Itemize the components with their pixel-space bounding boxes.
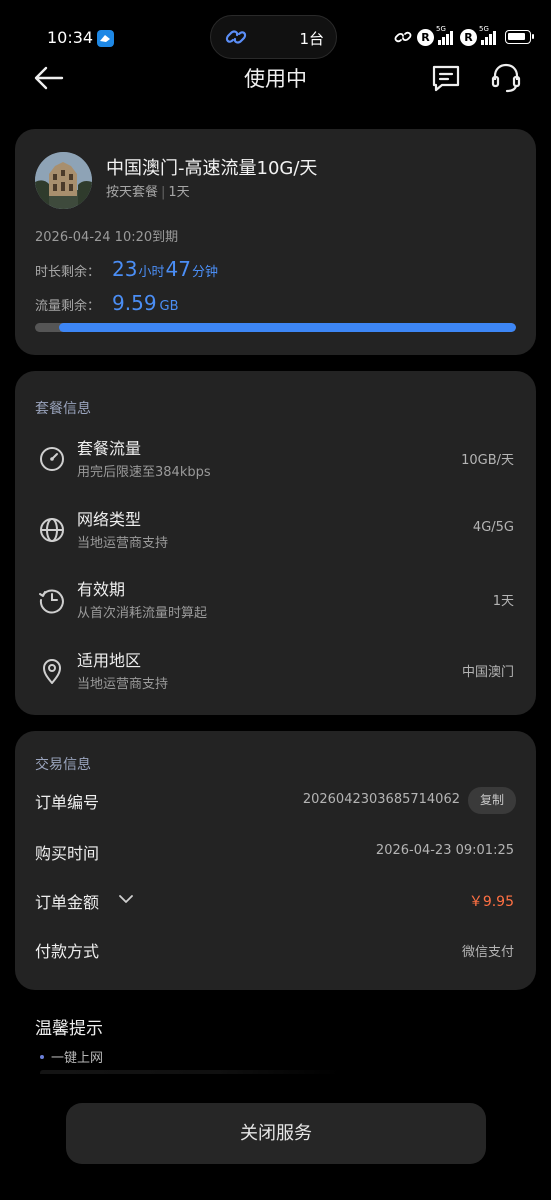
flow-progress-fill: [59, 323, 516, 332]
hours-unit: 小时: [138, 265, 165, 280]
device-count: 1台: [299, 30, 324, 48]
trade-info-title: 交易信息: [35, 757, 91, 773]
notification-app-icon: [97, 30, 114, 47]
time-remaining-row: 时长剩余： 23 小时 47 分钟: [35, 257, 219, 281]
package-item-value: 中国澳门: [461, 665, 514, 680]
package-item-desc: 当地运营商支持: [77, 677, 169, 692]
flow-remaining-row: 流量剩余： 9.59 GB: [35, 291, 180, 315]
plan-name: 中国澳门-高速流量10G/天: [106, 158, 318, 179]
network-type-sim2: 5G: [479, 25, 489, 33]
payment-method-row: 付款方式 微信支付: [15, 936, 536, 966]
page-title: 使用中: [244, 67, 307, 91]
header: 使用中: [0, 55, 551, 101]
package-item-value: 1天: [492, 594, 514, 609]
purchase-time-value: 2026-04-23 09:01:25: [375, 843, 514, 858]
package-item-title: 适用地区: [77, 651, 142, 670]
purchase-time-row: 购买时间 2026-04-23 09:01:25: [15, 838, 536, 868]
package-info-title: 套餐信息: [35, 401, 91, 417]
package-item-title: 有效期: [77, 580, 126, 599]
order-amount-value: ￥9.95: [468, 894, 514, 910]
message-icon[interactable]: [430, 62, 462, 94]
copy-button[interactable]: 复制: [468, 787, 516, 814]
status-indicators: R 5G R 5G: [393, 25, 534, 49]
bullet-dot: [40, 1054, 44, 1059]
package-item-value: 10GB/天: [461, 453, 514, 468]
package-item-validity: 有效期 从首次消耗流量时算起 1天: [15, 574, 536, 630]
payment-method-value: 微信支付: [461, 945, 514, 960]
package-item-desc: 从首次消耗流量时算起: [77, 606, 208, 621]
package-item-flow: 套餐流量 用完后限速至384kbps 10GB/天: [15, 433, 536, 489]
minutes-value: 47: [165, 257, 191, 281]
sim1-roaming-badge: R: [417, 28, 434, 46]
plan-duration: 1天: [168, 185, 190, 200]
minutes-unit: 分钟: [191, 265, 218, 280]
clock-history-icon: [39, 589, 64, 614]
time-remaining-label: 时长剩余：: [35, 265, 101, 280]
globe-icon: [40, 518, 64, 542]
flow-progress-bar: [35, 323, 516, 332]
plan-type: 按天套餐: [106, 185, 159, 200]
order-number-label: 订单编号: [35, 793, 100, 812]
order-amount-label: 订单金额: [35, 893, 100, 912]
separator: |: [161, 185, 166, 200]
chevron-down-icon[interactable]: [118, 891, 134, 907]
signal-icon-sim1: 5G: [436, 25, 453, 45]
network-type-sim1: 5G: [436, 25, 446, 33]
package-item-region: 适用地区 当地运营商支持 中国澳门: [15, 645, 536, 701]
package-item-desc: 用完后限速至384kbps: [77, 465, 211, 480]
flow-remaining-label: 流量剩余：: [35, 299, 101, 314]
order-number-value: 2026042303685714062: [302, 792, 460, 807]
close-service-button[interactable]: 关闭服务: [66, 1103, 486, 1164]
sim2-roaming-badge: R: [460, 28, 477, 46]
plan-status-card: 中国澳门-高速流量10G/天 按天套餐 | 1天 2026-04-24 10:20到…: [15, 129, 536, 355]
tip-item: 一键上网: [40, 1047, 103, 1066]
plan-destination-photo: [35, 152, 92, 209]
package-info-card: 套餐信息 套餐流量 用完后限速至384kbps 10GB/天 网络类型 当地运营…: [15, 371, 536, 715]
payment-method-label: 付款方式: [35, 942, 100, 961]
trade-info-card: 交易信息 订单编号 2026042303685714062 复制 购买时间 20…: [15, 731, 536, 990]
link-icon: [225, 30, 247, 44]
plan-subtitle: 按天套餐 | 1天: [106, 181, 190, 200]
location-pin-icon: [43, 659, 61, 684]
expire-time: 2026-04-24 10:20到期: [35, 230, 179, 245]
signal-icon-sim2: 5G: [479, 25, 496, 45]
package-item-title: 网络类型: [77, 510, 142, 529]
order-number-row: 订单编号 2026042303685714062 复制: [15, 787, 536, 817]
package-item-value: 4G/5G: [472, 520, 514, 535]
tip-item-text: 一键上网: [51, 1051, 104, 1066]
flow-unit: GB: [159, 299, 179, 314]
order-amount-row[interactable]: 订单金额 ￥9.95: [15, 887, 536, 917]
battery-icon: [505, 30, 534, 44]
tips-title: 温馨提示: [35, 1019, 103, 1039]
package-item-desc: 当地运营商支持: [77, 536, 169, 551]
package-item-network: 网络类型 当地运营商支持 4G/5G: [15, 504, 536, 560]
package-item-title: 套餐流量: [77, 439, 142, 458]
hours-value: 23: [112, 257, 138, 281]
hotspot-link-icon: [394, 31, 412, 43]
customer-service-headset-icon[interactable]: [489, 61, 523, 95]
dynamic-island[interactable]: 1台: [210, 15, 337, 59]
purchase-time-label: 购买时间: [35, 844, 100, 863]
speedometer-icon: [40, 447, 64, 471]
flow-value: 9.59: [112, 291, 157, 315]
status-time: 10:34: [47, 28, 94, 47]
